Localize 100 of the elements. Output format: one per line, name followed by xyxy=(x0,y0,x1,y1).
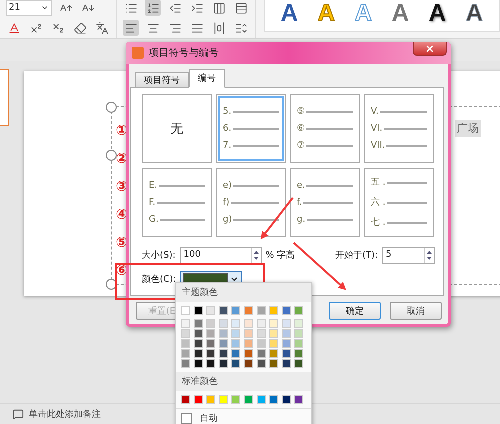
color-chip[interactable] xyxy=(231,319,240,328)
color-chip[interactable] xyxy=(282,339,291,348)
color-chip[interactable] xyxy=(181,329,190,338)
text-style-option[interactable]: A xyxy=(392,0,410,28)
start-at-spinbox[interactable]: 5 xyxy=(382,246,435,264)
resize-handle[interactable] xyxy=(106,150,117,161)
color-chip[interactable] xyxy=(231,349,240,358)
color-chip[interactable] xyxy=(218,359,228,368)
close-button[interactable] xyxy=(413,42,447,56)
color-chip[interactable] xyxy=(194,349,203,358)
color-chip[interactable] xyxy=(181,395,190,404)
slide-thumbnail[interactable] xyxy=(0,69,9,126)
numbering-option[interactable]: e) f) g) xyxy=(216,168,286,237)
color-chip[interactable] xyxy=(269,339,278,348)
color-chip[interactable] xyxy=(231,395,240,404)
text-style-option[interactable]: A xyxy=(466,0,484,28)
color-chip[interactable] xyxy=(269,319,278,328)
color-chip[interactable] xyxy=(256,329,266,338)
color-chip[interactable] xyxy=(244,306,253,315)
rows-icon[interactable] xyxy=(233,0,249,16)
checkbox[interactable] xyxy=(181,413,192,424)
color-chip[interactable] xyxy=(206,349,216,358)
color-chip[interactable] xyxy=(244,339,253,348)
color-chip[interactable] xyxy=(294,349,304,358)
color-chip[interactable] xyxy=(194,329,203,338)
color-chip[interactable] xyxy=(269,359,278,368)
numbering-option[interactable]: E. F. G. xyxy=(142,168,212,237)
color-chip[interactable] xyxy=(244,395,253,404)
size-spinbox[interactable]: 100 xyxy=(180,246,262,264)
color-chip[interactable] xyxy=(206,339,216,348)
color-chip[interactable] xyxy=(294,319,304,328)
color-chip[interactable] xyxy=(181,319,190,328)
color-chip[interactable] xyxy=(206,306,216,315)
color-chip[interactable] xyxy=(282,319,291,328)
color-chip[interactable] xyxy=(294,306,304,315)
color-chip[interactable] xyxy=(181,359,190,368)
color-chip[interactable] xyxy=(282,349,291,358)
color-chip[interactable] xyxy=(269,395,278,404)
color-chip[interactable] xyxy=(218,306,228,315)
font-size-field[interactable]: 21 xyxy=(6,0,52,16)
color-chip[interactable] xyxy=(244,319,253,328)
numbering-option[interactable]: 5. 6. 7. xyxy=(216,94,286,163)
color-chip[interactable] xyxy=(181,349,190,358)
color-chip[interactable] xyxy=(218,339,228,348)
align-left-icon[interactable] xyxy=(123,20,139,36)
color-chip[interactable] xyxy=(206,319,216,328)
text-style-option[interactable]: A xyxy=(428,0,446,28)
eraser-icon[interactable] xyxy=(72,20,88,36)
spin-arrows-icon[interactable] xyxy=(250,248,261,262)
columns-icon[interactable] xyxy=(211,0,227,16)
numbering-option[interactable]: e. f. g. xyxy=(290,168,360,237)
color-chip[interactable] xyxy=(294,395,304,404)
color-chip[interactable] xyxy=(206,329,216,338)
color-chip[interactable] xyxy=(256,359,266,368)
color-chip[interactable] xyxy=(194,359,203,368)
color-chip[interactable] xyxy=(294,359,304,368)
color-chip[interactable] xyxy=(244,359,253,368)
resize-handle[interactable] xyxy=(106,102,117,113)
color-chip[interactable] xyxy=(256,395,266,404)
color-chip[interactable] xyxy=(218,329,228,338)
color-chip[interactable] xyxy=(269,349,278,358)
color-chip[interactable] xyxy=(294,329,304,338)
color-chip[interactable] xyxy=(218,319,228,328)
color-chip[interactable] xyxy=(269,329,278,338)
tab[interactable]: 编号 xyxy=(189,69,225,88)
color-chip[interactable] xyxy=(269,306,278,315)
color-chip[interactable] xyxy=(206,395,216,404)
color-chip[interactable] xyxy=(256,349,266,358)
color-chip[interactable] xyxy=(206,359,216,368)
menu-item[interactable]: 自动 xyxy=(176,408,311,424)
color-chip[interactable] xyxy=(181,339,190,348)
color-chip[interactable] xyxy=(231,359,240,368)
color-chip[interactable] xyxy=(218,349,228,358)
color-chip[interactable] xyxy=(294,339,304,348)
color-chip[interactable] xyxy=(194,306,203,315)
color-chip[interactable] xyxy=(194,319,203,328)
numbered-list-icon[interactable] xyxy=(145,0,161,16)
color-chip[interactable] xyxy=(282,395,291,404)
color-chip[interactable] xyxy=(231,339,240,348)
color-chip[interactable] xyxy=(194,339,203,348)
color-chip[interactable] xyxy=(231,329,240,338)
numbering-option[interactable]: ⑤ ⑥ ⑦ xyxy=(290,94,360,163)
numbering-option[interactable]: 无 xyxy=(142,94,212,163)
text-style-option[interactable]: A xyxy=(280,0,298,28)
color-chip[interactable] xyxy=(244,349,253,358)
dialog-button[interactable]: 确定 xyxy=(329,302,381,320)
color-chip[interactable] xyxy=(244,329,253,338)
color-chip[interactable] xyxy=(282,306,291,315)
color-chip[interactable] xyxy=(231,306,240,315)
color-chip[interactable] xyxy=(181,306,190,315)
color-chip[interactable] xyxy=(194,395,203,404)
color-chip[interactable] xyxy=(282,359,291,368)
spin-arrows-icon[interactable] xyxy=(424,248,434,262)
color-chip[interactable] xyxy=(218,395,228,404)
color-chip[interactable] xyxy=(256,319,266,328)
notes-hint[interactable]: 单击此处添加备注 xyxy=(29,408,101,420)
numbering-option[interactable]: 五 . 六 . 七 . xyxy=(364,168,434,237)
color-chip[interactable] xyxy=(256,339,266,348)
tab[interactable]: 项目符号 xyxy=(135,72,189,88)
phonetic-icon[interactable] xyxy=(94,20,110,36)
